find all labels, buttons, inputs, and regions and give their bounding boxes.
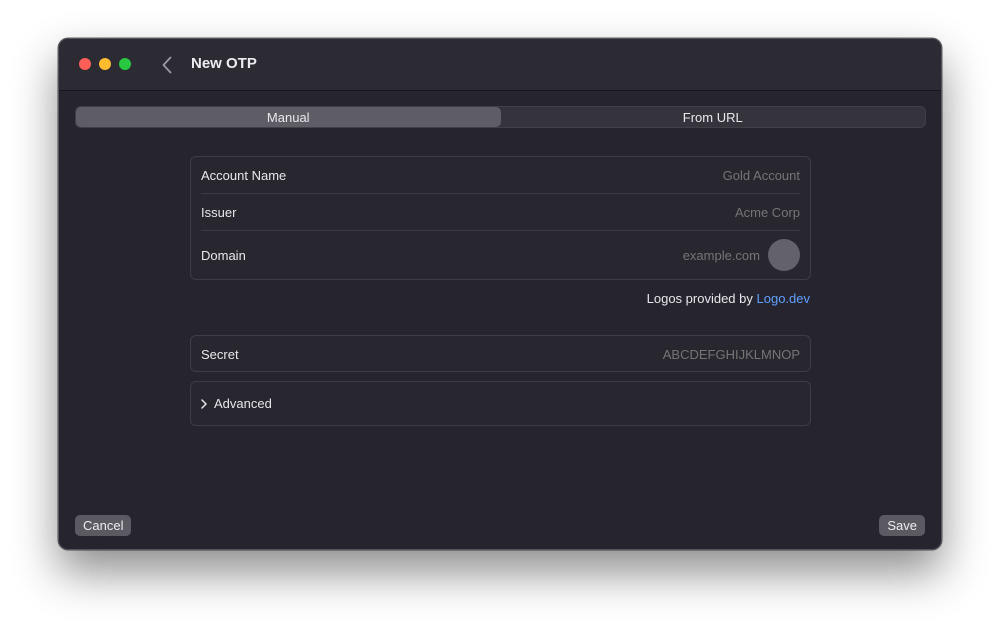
close-window-button[interactable] [79, 58, 91, 70]
cancel-button[interactable]: Cancel [75, 515, 132, 536]
account-name-row: Account Name [191, 157, 810, 194]
mode-segmented-control: Manual From URL [75, 106, 926, 128]
advanced-disclosure[interactable]: Advanced [190, 381, 811, 426]
secret-input[interactable] [440, 347, 800, 362]
account-details-card: Account Name Issuer Domain [190, 156, 811, 280]
advanced-label: Advanced [214, 396, 272, 411]
minimize-window-button[interactable] [99, 58, 111, 70]
back-button[interactable] [157, 53, 177, 77]
issuer-row: Issuer [191, 194, 810, 231]
account-name-input[interactable] [500, 168, 800, 183]
logo-dev-link[interactable]: Logo.dev [757, 291, 811, 306]
domain-label: Domain [201, 247, 246, 263]
save-button[interactable]: Save [879, 515, 925, 536]
chevron-left-icon [162, 56, 172, 74]
domain-input[interactable] [560, 247, 760, 263]
new-otp-window: New OTP Manual From URL Account Name Iss… [58, 38, 942, 550]
secret-row: Secret [191, 336, 810, 373]
tab-manual[interactable]: Manual [76, 107, 501, 127]
title-bar: New OTP [59, 39, 941, 91]
domain-input-group [560, 239, 800, 271]
window-title: New OTP [191, 55, 257, 72]
chevron-right-icon [201, 398, 211, 409]
domain-logo-preview [768, 239, 800, 271]
tab-from-url[interactable]: From URL [501, 107, 926, 127]
logos-attribution-text: Logos provided by [646, 291, 753, 306]
secret-card: Secret [190, 335, 811, 372]
domain-row: Domain [191, 231, 810, 279]
maximize-window-button[interactable] [119, 58, 131, 70]
logos-attribution: Logos provided by Logo.dev [647, 291, 810, 306]
issuer-label: Issuer [201, 205, 237, 220]
secret-label: Secret [201, 347, 239, 362]
issuer-input[interactable] [500, 205, 800, 220]
account-name-label: Account Name [201, 168, 287, 183]
